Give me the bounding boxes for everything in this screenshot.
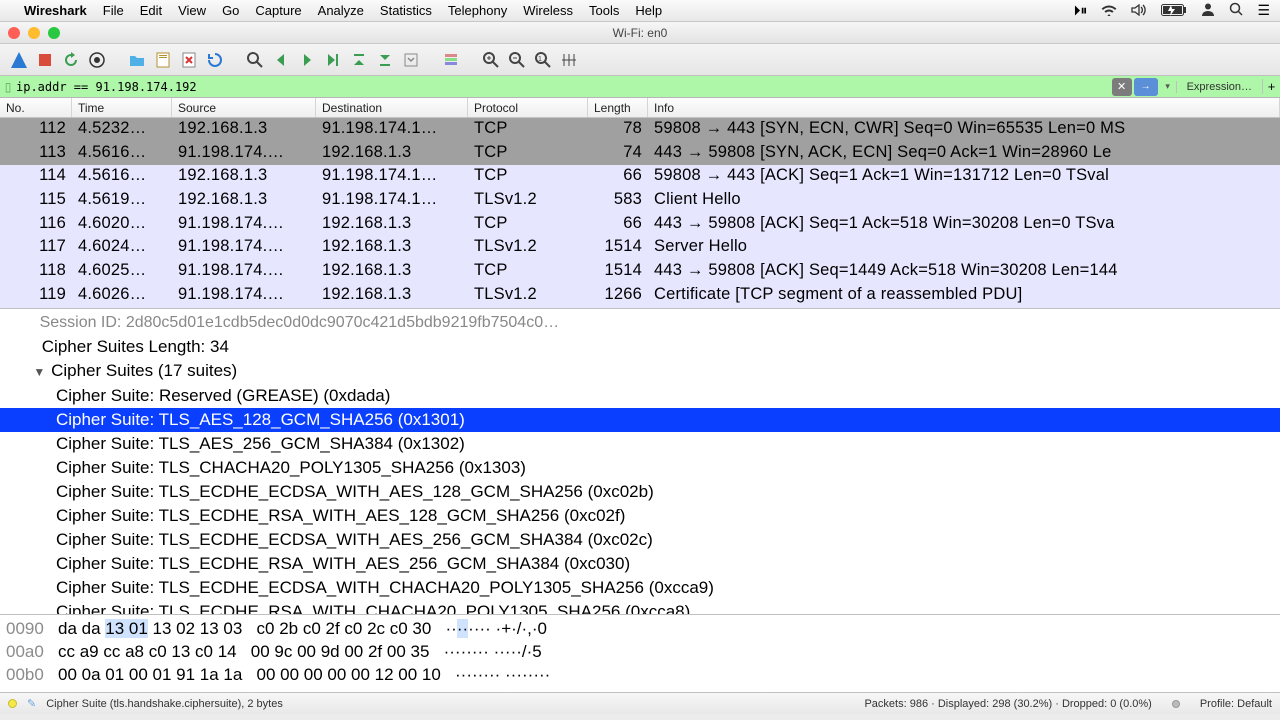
- volume-icon[interactable]: [1131, 3, 1147, 19]
- detail-line[interactable]: Cipher Suite: TLS_CHACHA20_POLY1305_SHA2…: [0, 456, 1280, 480]
- window-title: Wi-Fi: en0: [613, 26, 668, 40]
- profile-indicator-icon: [1172, 700, 1180, 708]
- window-close-button[interactable]: [8, 27, 20, 39]
- go-to-packet-button[interactable]: [322, 49, 344, 71]
- hex-row[interactable]: 00b0 00 0a 01 00 01 91 1a 1a 00 00 00 00…: [6, 663, 1274, 686]
- resize-columns-button[interactable]: [558, 49, 580, 71]
- go-last-button[interactable]: [374, 49, 396, 71]
- status-field-info: Cipher Suite (tls.handshake.ciphersuite)…: [46, 698, 283, 710]
- stop-capture-button[interactable]: [34, 49, 56, 71]
- go-back-button[interactable]: [270, 49, 292, 71]
- packet-details-pane[interactable]: Session ID: 2d80c5d01e1cdb5dec0d0dc9070c…: [0, 308, 1280, 614]
- capture-options-button[interactable]: [86, 49, 108, 71]
- find-packet-button[interactable]: [244, 49, 266, 71]
- filter-history-dropdown[interactable]: ▾: [1160, 81, 1176, 92]
- packet-row[interactable]: 1164.6020…91.198.174.…192.168.1.3TCP6644…: [0, 213, 1280, 237]
- detail-line[interactable]: Cipher Suite: TLS_ECDHE_ECDSA_WITH_AES_1…: [0, 480, 1280, 504]
- column-time[interactable]: Time: [72, 98, 172, 117]
- window-titlebar: Wi-Fi: en0: [0, 22, 1280, 44]
- filter-expression-button[interactable]: Expression…: [1176, 81, 1262, 93]
- menu-help[interactable]: Help: [635, 3, 662, 18]
- wifi-icon[interactable]: [1101, 3, 1117, 19]
- status-bar: ✎ Cipher Suite (tls.handshake.ciphersuit…: [0, 692, 1280, 714]
- capture-file-props-icon[interactable]: ✎: [27, 697, 36, 710]
- packet-row[interactable]: 1124.5232…192.168.1.391.198.174.1…TCP785…: [0, 118, 1280, 142]
- menu-telephony[interactable]: Telephony: [448, 3, 507, 18]
- save-file-button[interactable]: [152, 49, 174, 71]
- expert-info-led-icon[interactable]: [8, 699, 17, 708]
- status-packet-counts: Packets: 986 · Displayed: 298 (30.2%) · …: [864, 698, 1151, 710]
- menu-analyze[interactable]: Analyze: [318, 3, 364, 18]
- detail-expandable[interactable]: ▼ Cipher Suites (17 suites): [0, 359, 1280, 384]
- menu-capture[interactable]: Capture: [255, 3, 301, 18]
- hex-row[interactable]: 0090 da da 13 01 13 02 13 03 c0 2b c0 2f…: [6, 617, 1274, 640]
- detail-line[interactable]: Cipher Suite: TLS_ECDHE_RSA_WITH_AES_128…: [0, 504, 1280, 528]
- menu-tools[interactable]: Tools: [589, 3, 619, 18]
- menu-file[interactable]: File: [103, 3, 124, 18]
- detail-line[interactable]: Cipher Suite: TLS_ECDHE_RSA_WITH_AES_256…: [0, 552, 1280, 576]
- column-length[interactable]: Length: [588, 98, 648, 117]
- display-filter-bar: ▯ ✕ → ▾ Expression… +: [0, 76, 1280, 98]
- menu-extras-icon[interactable]: ☰: [1257, 2, 1270, 19]
- column-protocol[interactable]: Protocol: [468, 98, 588, 117]
- window-minimize-button[interactable]: [28, 27, 40, 39]
- filter-bookmark-icon[interactable]: ▯: [0, 80, 16, 94]
- status-profile[interactable]: Profile: Default: [1200, 698, 1272, 710]
- colorize-button[interactable]: [440, 49, 462, 71]
- user-icon[interactable]: [1201, 2, 1215, 19]
- column-info[interactable]: Info: [648, 98, 1280, 117]
- menu-wireless[interactable]: Wireless: [523, 3, 573, 18]
- detail-line[interactable]: Session ID: 2d80c5d01e1cdb5dec0d0dc9070c…: [0, 311, 1280, 335]
- apply-filter-button[interactable]: →: [1134, 78, 1158, 96]
- start-capture-button[interactable]: [8, 49, 30, 71]
- packet-row[interactable]: 1174.6024…91.198.174.…192.168.1.3TLSv1.2…: [0, 236, 1280, 260]
- window-zoom-button[interactable]: [48, 27, 60, 39]
- zoom-in-button[interactable]: [480, 49, 502, 71]
- control-center-icon[interactable]: ⏵⏸: [1073, 2, 1087, 19]
- column-no[interactable]: No.: [0, 98, 72, 117]
- menu-statistics[interactable]: Statistics: [380, 3, 432, 18]
- menu-view[interactable]: View: [178, 3, 206, 18]
- detail-line[interactable]: Cipher Suites Length: 34: [0, 335, 1280, 359]
- menu-edit[interactable]: Edit: [140, 3, 162, 18]
- packet-row[interactable]: 1184.6025…91.198.174.…192.168.1.3TCP1514…: [0, 260, 1280, 284]
- detail-line[interactable]: Cipher Suite: TLS_AES_256_GCM_SHA384 (0x…: [0, 432, 1280, 456]
- clear-filter-button[interactable]: ✕: [1112, 78, 1132, 96]
- detail-line[interactable]: Cipher Suite: TLS_AES_128_GCM_SHA256 (0x…: [0, 408, 1280, 432]
- spotlight-icon[interactable]: [1229, 2, 1243, 19]
- packet-row[interactable]: 1154.5619…192.168.1.391.198.174.1…TLSv1.…: [0, 189, 1280, 213]
- zoom-reset-button[interactable]: 1: [532, 49, 554, 71]
- macos-menubar: Wireshark File Edit View Go Capture Anal…: [0, 0, 1280, 22]
- detail-line[interactable]: Cipher Suite: TLS_ECDHE_ECDSA_WITH_AES_2…: [0, 528, 1280, 552]
- svg-text:1: 1: [538, 56, 542, 63]
- packet-bytes-pane[interactable]: 0090 da da 13 01 13 02 13 03 c0 2b c0 2f…: [0, 614, 1280, 692]
- restart-capture-button[interactable]: [60, 49, 82, 71]
- detail-line[interactable]: Cipher Suite: TLS_ECDHE_RSA_WITH_CHACHA2…: [0, 600, 1280, 614]
- go-forward-button[interactable]: [296, 49, 318, 71]
- detail-line[interactable]: Cipher Suite: TLS_ECDHE_ECDSA_WITH_CHACH…: [0, 576, 1280, 600]
- column-source[interactable]: Source: [172, 98, 316, 117]
- reload-file-button[interactable]: [204, 49, 226, 71]
- open-file-button[interactable]: [126, 49, 148, 71]
- packet-list-header: No. Time Source Destination Protocol Len…: [0, 98, 1280, 118]
- packet-list[interactable]: 1124.5232…192.168.1.391.198.174.1…TCP785…: [0, 118, 1280, 308]
- go-first-button[interactable]: [348, 49, 370, 71]
- app-name[interactable]: Wireshark: [24, 3, 87, 18]
- column-destination[interactable]: Destination: [316, 98, 468, 117]
- hex-row[interactable]: 00a0 cc a9 cc a8 c0 13 c0 14 00 9c 00 9d…: [6, 640, 1274, 663]
- main-toolbar: 1: [0, 44, 1280, 76]
- auto-scroll-button[interactable]: [400, 49, 422, 71]
- detail-line[interactable]: Cipher Suite: Reserved (GREASE) (0xdada): [0, 384, 1280, 408]
- close-file-button[interactable]: [178, 49, 200, 71]
- packet-row[interactable]: 1194.6026…91.198.174.…192.168.1.3TLSv1.2…: [0, 284, 1280, 308]
- menu-go[interactable]: Go: [222, 3, 239, 18]
- battery-icon[interactable]: [1161, 3, 1187, 19]
- display-filter-input[interactable]: [16, 80, 1110, 94]
- packet-row[interactable]: 1144.5616…192.168.1.391.198.174.1…TCP665…: [0, 165, 1280, 189]
- zoom-out-button[interactable]: [506, 49, 528, 71]
- packet-row[interactable]: 1134.5616…91.198.174.…192.168.1.3TCP7444…: [0, 142, 1280, 166]
- disclosure-triangle-icon[interactable]: ▼: [32, 360, 46, 384]
- add-filter-button[interactable]: +: [1262, 79, 1280, 94]
